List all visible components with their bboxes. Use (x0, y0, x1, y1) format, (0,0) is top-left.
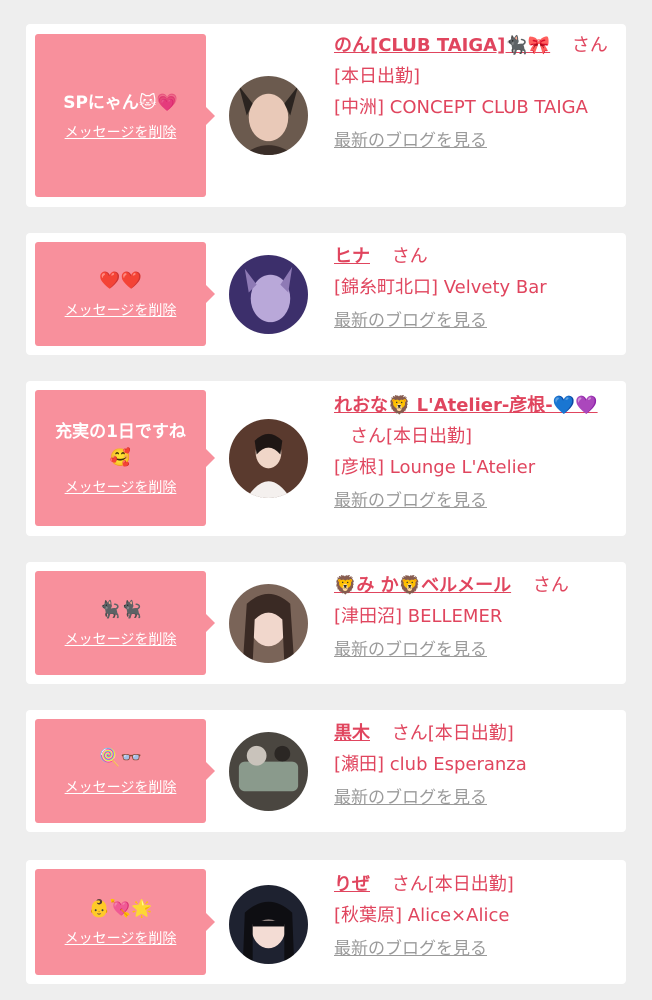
shop-name: [津田沼] BELLEMER (334, 606, 503, 627)
delete-message-link[interactable]: メッセージを削除 (65, 777, 177, 797)
latest-blog-link[interactable]: 最新のブログを見る (334, 783, 487, 814)
latest-blog-link[interactable]: 最新のブログを見る (334, 486, 487, 517)
avatar-photo (229, 584, 308, 663)
message-card: 🍭👓 メッセージを削除 黒木 さん[本日出勤] [瀬田] club Espera… (26, 710, 626, 832)
message-card: 🐈‍⬛🐈‍⬛ メッセージを削除 🦁み か🦁ベルメール さん [津田沼] BELL… (26, 562, 626, 684)
message-bubble: ❤️❤️ メッセージを削除 (35, 242, 215, 346)
message-bubble: 🐈‍⬛🐈‍⬛ メッセージを削除 (35, 571, 215, 675)
message-text: 充実の1日ですね 🥰 (55, 422, 186, 468)
cast-info: れおな🦁 L'Atelier-彦根-💙💜 さん[本日出勤] [彦根] Loung… (334, 390, 616, 517)
message-bubble: 👶💘🌟 メッセージを削除 (35, 869, 215, 975)
work-status: [本日出勤] (427, 874, 514, 895)
message-text: 🐈‍⬛🐈‍⬛ (99, 600, 142, 620)
shop-name: [秋葉原] Alice×Alice (334, 905, 510, 926)
message-text: SPにゃん🐱💗 (63, 92, 178, 113)
work-status: [本日出勤] (386, 426, 473, 447)
shop-name: [瀬田] club Esperanza (334, 754, 527, 775)
delete-message-link[interactable]: メッセージを削除 (65, 928, 177, 948)
cast-name-link[interactable]: りぜ (334, 874, 370, 895)
latest-blog-link[interactable]: 最新のブログを見る (334, 126, 487, 157)
avatar[interactable] (229, 255, 308, 334)
avatar-photo (229, 732, 308, 811)
delete-message-link[interactable]: メッセージを削除 (65, 122, 177, 142)
message-list: SPにゃん🐱💗 メッセージを削除 のん[CLUB TAIGA]🐈‍⬛🎀 さん[本… (0, 0, 652, 1000)
delete-message-link[interactable]: メッセージを削除 (65, 629, 177, 649)
avatar[interactable] (229, 419, 308, 498)
cast-info: 黒木 さん[本日出勤] [瀬田] club Esperanza 最新のブログを見… (334, 718, 616, 814)
delete-message-link[interactable]: メッセージを削除 (65, 300, 177, 320)
message-card: ❤️❤️ メッセージを削除 ヒナ さん [錦糸町北口] Velvety Bar … (26, 233, 626, 355)
message-text: ❤️❤️ (99, 271, 142, 291)
work-status: [本日出勤] (334, 66, 421, 87)
avatar[interactable] (229, 76, 308, 155)
avatar-photo (229, 76, 308, 155)
avatar[interactable] (229, 885, 308, 964)
message-card: 充実の1日ですね 🥰 メッセージを削除 れおな🦁 L'Atelier-彦根-💙💜… (26, 381, 626, 536)
cast-name-link[interactable]: 🦁み か🦁ベルメール (334, 575, 511, 596)
cast-info: 🦁み か🦁ベルメール さん [津田沼] BELLEMER 最新のブログを見る (334, 570, 616, 666)
avatar-photo (229, 885, 308, 964)
honorific: さん (350, 426, 386, 447)
honorific: さん (532, 575, 569, 596)
latest-blog-link[interactable]: 最新のブログを見る (334, 306, 487, 337)
message-text: 👶💘🌟 (88, 899, 153, 919)
message-bubble: SPにゃん🐱💗 メッセージを削除 (35, 34, 215, 197)
honorific: さん (391, 723, 428, 744)
message-bubble: 充実の1日ですね 🥰 メッセージを削除 (35, 390, 215, 526)
shop-name: [彦根] Lounge L'Atelier (334, 457, 536, 478)
honorific: さん (391, 246, 428, 267)
work-status: [本日出勤] (427, 723, 514, 744)
cast-info: ヒナ さん [錦糸町北口] Velvety Bar 最新のブログを見る (334, 241, 616, 337)
cast-name-link[interactable]: ヒナ (334, 246, 370, 267)
shop-name: [錦糸町北口] Velvety Bar (334, 277, 547, 298)
latest-blog-link[interactable]: 最新のブログを見る (334, 635, 487, 666)
avatar-photo (229, 419, 308, 498)
avatar[interactable] (229, 732, 308, 811)
message-card: SPにゃん🐱💗 メッセージを削除 のん[CLUB TAIGA]🐈‍⬛🎀 さん [本… (26, 24, 626, 207)
shop-name: [中洲] CONCEPT CLUB TAIGA (334, 97, 588, 118)
cast-info: のん[CLUB TAIGA]🐈‍⬛🎀 さん [本日出勤] [中洲] CONCEPT… (334, 30, 616, 157)
honorific: さん (391, 874, 428, 895)
avatar-photo (229, 255, 308, 334)
message-bubble: 🍭👓 メッセージを削除 (35, 719, 215, 823)
cast-name-link[interactable]: 黒木 (334, 723, 370, 744)
avatar[interactable] (229, 584, 308, 663)
cast-info: りぜ さん[本日出勤] [秋葉原] Alice×Alice 最新のブログを見る (334, 869, 616, 965)
message-text: 🍭👓 (99, 748, 142, 768)
message-card: 👶💘🌟 メッセージを削除 りぜ さん[本日出勤] [秋葉原] Alice×Ali… (26, 860, 626, 984)
cast-name-link[interactable]: のん[CLUB TAIGA]🐈‍⬛🎀 (334, 35, 550, 56)
delete-message-link[interactable]: メッセージを削除 (65, 477, 177, 497)
honorific: さん (571, 35, 608, 56)
latest-blog-link[interactable]: 最新のブログを見る (334, 934, 487, 965)
cast-name-link[interactable]: れおな🦁 L'Atelier-彦根-💙💜 (334, 395, 598, 416)
